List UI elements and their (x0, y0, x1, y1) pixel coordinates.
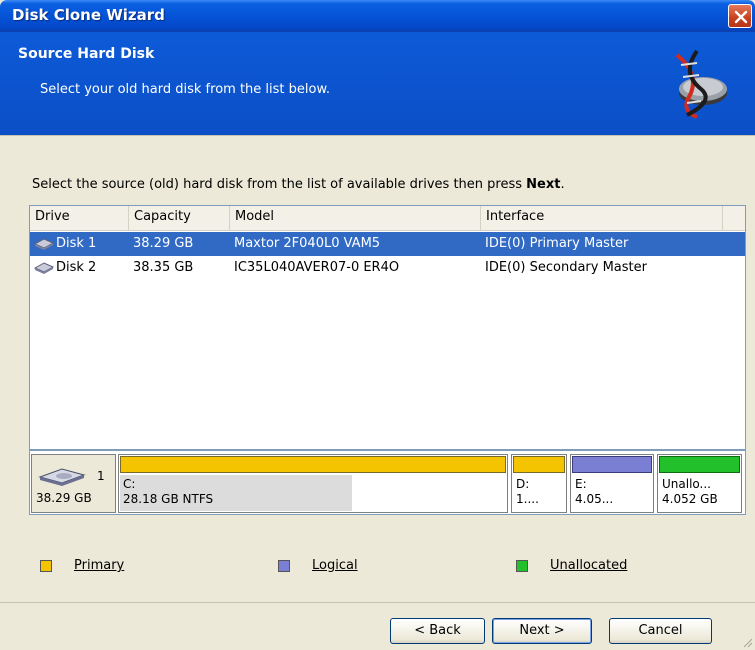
table-row[interactable]: Disk 2 38.35 GB IC35L040AVER07-0 ER4O ID… (30, 256, 745, 280)
partition-c[interactable]: C: 28.18 GB NTFS (118, 454, 508, 513)
column-header-interface[interactable]: Interface (481, 206, 723, 230)
drive-name: Disk 2 (56, 260, 97, 275)
hard-disk-icon (34, 238, 54, 250)
drive-capacity: 38.29 GB (133, 236, 194, 251)
legend-primary-label: Primary (74, 558, 125, 573)
partition-letter: Unallo... (662, 477, 711, 491)
partition-type-bar (572, 456, 652, 473)
legend-unallocated-label: Unallocated (550, 558, 628, 573)
partition-type-bar (659, 456, 740, 473)
disk-summary[interactable]: 1 38.29 GB (31, 454, 116, 513)
disk-number: 1 (97, 469, 105, 483)
disk-size: 38.29 GB (36, 491, 92, 505)
drive-interface: IDE(0) Secondary Master (485, 260, 647, 275)
logical-swatch (278, 560, 290, 572)
partition-letter: D: (516, 477, 530, 491)
list-header: Drive Capacity Model Interface (30, 206, 745, 231)
close-button[interactable] (728, 4, 752, 28)
drive-model: Maxtor 2F040L0 VAM5 (234, 236, 381, 251)
partition-letter: E: (575, 477, 587, 491)
disk-map: 1 38.29 GB C: 28.18 GB NTFS D: 1.... E: … (29, 450, 746, 515)
partition-d[interactable]: D: 1.... (511, 454, 567, 513)
close-icon (734, 10, 748, 24)
drive-model: IC35L040AVER07-0 ER4O (234, 260, 400, 275)
partition-detail: 4.05... (575, 492, 614, 506)
partition-detail: 1.... (516, 492, 539, 506)
column-header-capacity[interactable]: Capacity (129, 206, 230, 230)
column-header-drive[interactable]: Drive (30, 206, 129, 230)
hard-disk-icon (34, 262, 54, 274)
drive-list[interactable]: Drive Capacity Model Interface Disk 1 38… (29, 205, 746, 450)
partition-type-bar (513, 456, 565, 473)
drive-name: Disk 1 (56, 236, 97, 251)
partition-e[interactable]: E: 4.05... (570, 454, 654, 513)
next-button[interactable]: Next > (492, 618, 592, 644)
drive-interface: IDE(0) Primary Master (485, 236, 629, 251)
drive-capacity: 38.35 GB (133, 260, 194, 275)
partition-unallocated[interactable]: Unallo... 4.052 GB (657, 454, 742, 513)
partition-detail: 4.052 GB (662, 492, 718, 506)
partition-detail: 28.18 GB NTFS (123, 492, 214, 506)
hard-disk-icon (38, 468, 86, 486)
unallocated-swatch (516, 560, 528, 572)
instruction-text: Select the source (old) hard disk from t… (32, 177, 565, 192)
partition-type-bar (120, 456, 506, 473)
resize-grip-icon[interactable] (741, 636, 753, 648)
back-button[interactable]: < Back (390, 618, 485, 644)
page-title: Source Hard Disk (18, 46, 155, 62)
legend-logical-label: Logical (312, 558, 358, 573)
page-subtitle: Select your old hard disk from the list … (40, 82, 331, 97)
cancel-button[interactable]: Cancel (609, 618, 712, 644)
primary-swatch (40, 560, 52, 572)
table-row[interactable]: Disk 1 38.29 GB Maxtor 2F040L0 VAM5 IDE(… (30, 232, 745, 256)
footer-divider (0, 602, 755, 603)
title-bar[interactable]: Disk Clone Wizard (0, 0, 755, 32)
partition-letter: C: (123, 477, 136, 491)
window-title: Disk Clone Wizard (12, 6, 165, 24)
column-header-model[interactable]: Model (230, 206, 481, 230)
disk-clone-icon (675, 49, 727, 119)
